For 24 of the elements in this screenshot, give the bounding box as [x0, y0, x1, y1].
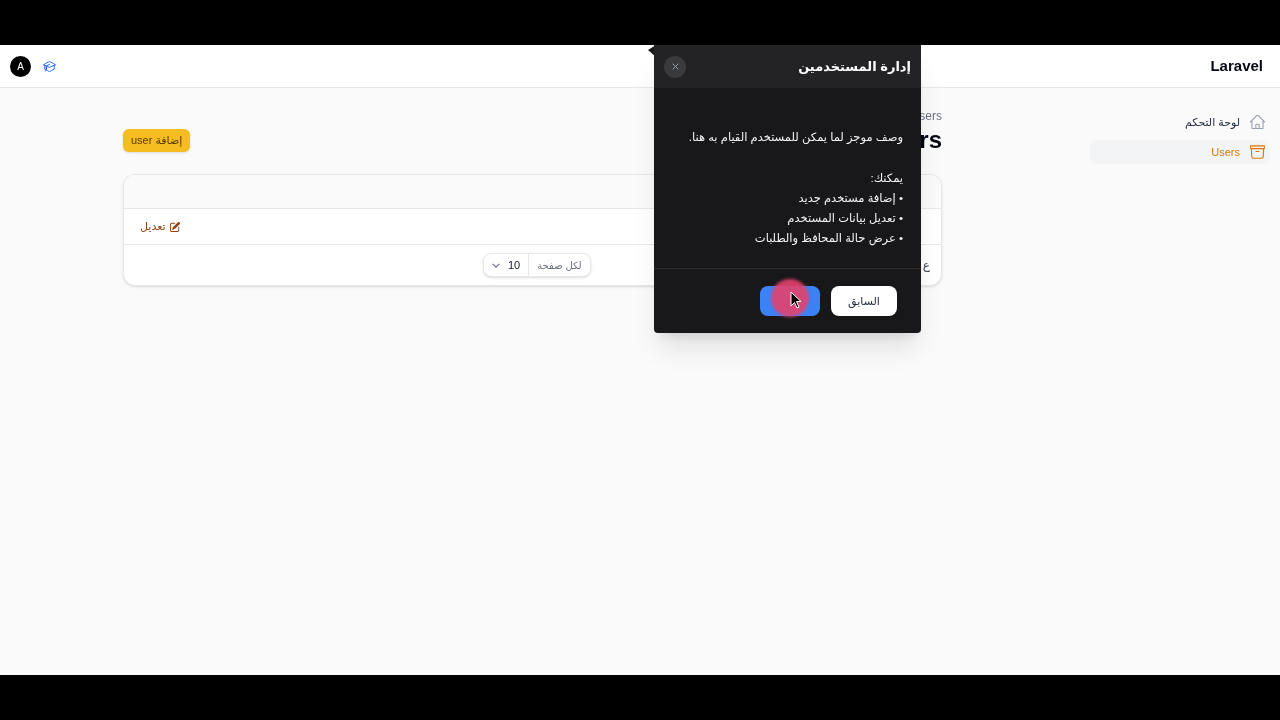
add-user-button[interactable]: إضافة user	[123, 128, 191, 152]
list-item: • إضافة مستخدم جديد	[797, 191, 903, 207]
close-icon	[671, 63, 679, 70]
chevron-down-icon	[492, 262, 500, 268]
graduation-cap-icon[interactable]	[43, 60, 56, 72]
page-title: rs	[919, 125, 942, 155]
list-item: • تعديل بيانات المستخدم	[786, 211, 903, 227]
brand-name[interactable]: Laravel	[1210, 54, 1263, 78]
popover-title: إدارة المستخدمين	[798, 57, 911, 76]
previous-button[interactable]: السابق	[831, 286, 897, 316]
per-page-label: لكل صفحة	[528, 254, 590, 276]
sidebar-item[interactable]: لوحة التحكم	[1090, 110, 1270, 134]
edit-link[interactable]: تعديل	[140, 218, 180, 235]
list-heading: يمكنك:	[869, 171, 903, 186]
home-icon	[1250, 115, 1265, 129]
cursor-icon	[790, 291, 802, 309]
close-button[interactable]	[664, 55, 686, 78]
per-page-select[interactable]: 10	[484, 254, 529, 276]
edit-icon	[169, 221, 180, 232]
box-icon	[1250, 145, 1265, 159]
list-item: • عرض حالة المحافظ والطلبات	[753, 231, 903, 248]
summary-text: ع	[922, 257, 930, 273]
popover-description: وصف موجز لما يمكن للمستخدم القيام به هنا.	[687, 130, 903, 146]
profile-avatar[interactable]: A	[10, 55, 31, 77]
